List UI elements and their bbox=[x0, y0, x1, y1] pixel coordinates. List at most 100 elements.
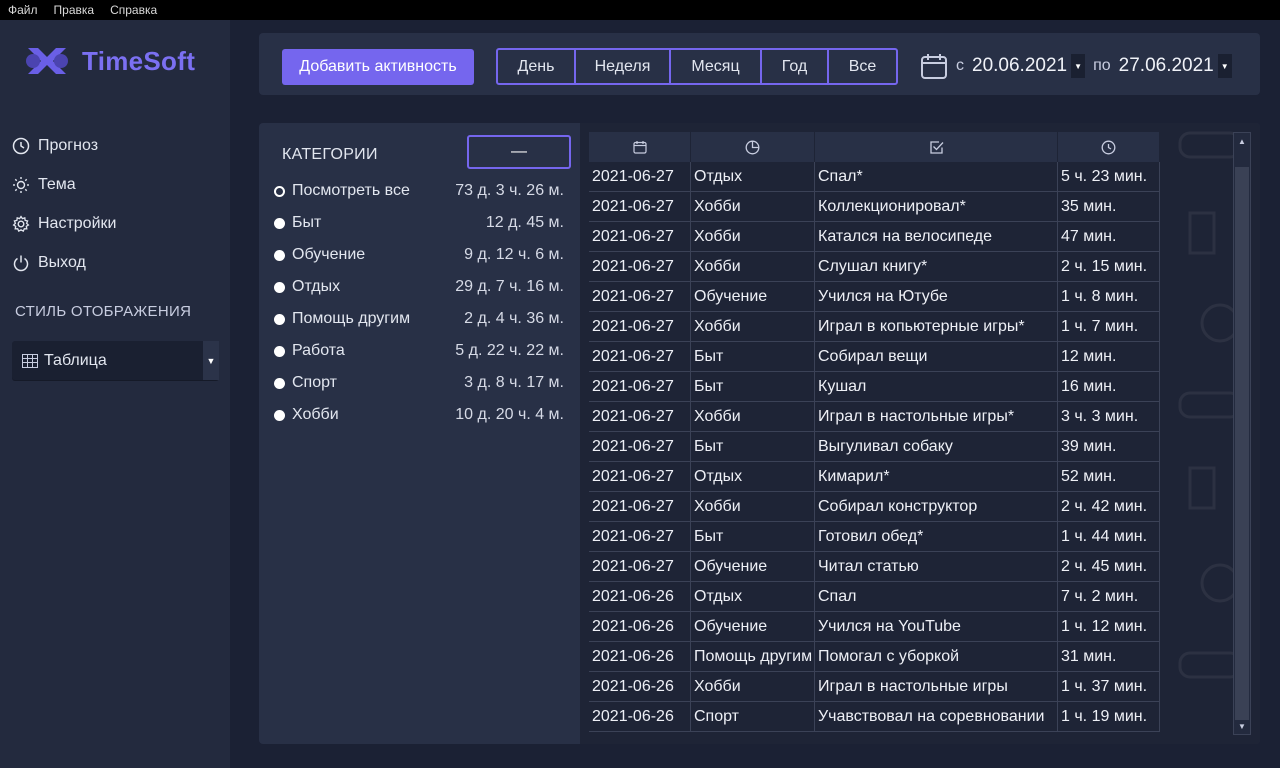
table-scrollbar[interactable]: ▲ ▼ bbox=[1233, 132, 1251, 735]
table-row[interactable]: 2021-06-27 Хобби Слушал книгу* 2 ч. 15 мин. bbox=[589, 252, 1160, 282]
table-row[interactable]: 2021-06-26 Спорт Учавствовал на соревнован… bbox=[589, 702, 1160, 732]
category-item[interactable]: Хобби 10 д. 20 ч. 4 м. bbox=[274, 399, 564, 431]
collapse-button[interactable]: — bbox=[467, 135, 571, 169]
nav-item-theme[interactable]: Тема bbox=[12, 165, 222, 204]
cell-category: Хобби bbox=[691, 492, 815, 521]
cell-date: 2021-06-27 bbox=[589, 222, 691, 251]
cell-activity: Играл в настольные игры* bbox=[815, 402, 1058, 431]
period-month-button[interactable]: Месяц bbox=[671, 50, 762, 83]
category-item[interactable]: Быт 12 д. 45 м. bbox=[274, 207, 564, 239]
column-duration-header[interactable] bbox=[1058, 132, 1160, 162]
cell-duration: 7 ч. 2 мин. bbox=[1058, 582, 1160, 611]
cell-duration: 2 ч. 42 мин. bbox=[1058, 492, 1160, 521]
cell-category: Хобби bbox=[691, 402, 815, 431]
table-row[interactable]: 2021-06-26 Обучение Учился на YouTube 1 ч. … bbox=[589, 612, 1160, 642]
nav-item-forecast[interactable]: Прогноз bbox=[12, 126, 222, 165]
cell-duration: 12 мин. bbox=[1058, 342, 1160, 371]
scrollbar-thumb[interactable] bbox=[1235, 167, 1249, 720]
cell-date: 2021-06-27 bbox=[589, 522, 691, 551]
menu-file[interactable]: Файл bbox=[8, 3, 38, 17]
nav-item-label: Выход bbox=[38, 253, 86, 271]
table-row[interactable]: 2021-06-27 Хобби Катался на велосипеде 47 м… bbox=[589, 222, 1160, 252]
cell-date: 2021-06-27 bbox=[589, 402, 691, 431]
table-row[interactable]: 2021-06-27 Хобби Играл в настольные игры* 3… bbox=[589, 402, 1160, 432]
category-total: 73 д. 3 ч. 26 м. bbox=[455, 182, 564, 199]
column-activity-header[interactable] bbox=[815, 132, 1058, 162]
cell-activity: Спал* bbox=[815, 162, 1058, 191]
category-item[interactable]: Посмотреть все 73 д. 3 ч. 26 м. bbox=[274, 175, 564, 207]
category-item[interactable]: Отдых 29 д. 7 ч. 16 м. bbox=[274, 271, 564, 303]
cell-date: 2021-06-27 bbox=[589, 252, 691, 281]
cell-date: 2021-06-27 bbox=[589, 492, 691, 521]
table-row[interactable]: 2021-06-27 Обучение Читал статью 2 ч. 45 ми… bbox=[589, 552, 1160, 582]
period-all-button[interactable]: Все bbox=[829, 50, 896, 83]
table-area: 2021-06-27 Отдых Спал* 5 ч. 23 мин. 2021-06-… bbox=[580, 123, 1260, 744]
cell-category: Быт bbox=[691, 342, 815, 371]
categories-panel: КАТЕГОРИИ — Посмотреть все 73 д. 3 ч. 26 … bbox=[259, 123, 580, 744]
table-row[interactable]: 2021-06-26 Отдых Спал 7 ч. 2 мин. bbox=[589, 582, 1160, 612]
category-total: 29 д. 7 ч. 16 м. bbox=[455, 278, 564, 295]
cell-category: Хобби bbox=[691, 222, 815, 251]
nav-item-settings[interactable]: Настройки bbox=[12, 204, 222, 243]
category-name: Обучение bbox=[292, 246, 366, 263]
category-item[interactable]: Спорт 3 д. 8 ч. 17 м. bbox=[274, 367, 564, 399]
nav-item-exit[interactable]: Выход bbox=[12, 243, 222, 282]
menu-help[interactable]: Справка bbox=[110, 3, 157, 17]
cell-date: 2021-06-27 bbox=[589, 342, 691, 371]
period-day-button[interactable]: День bbox=[498, 50, 576, 83]
sidebar-nav: Прогноз Тема Настройки Выход bbox=[12, 126, 222, 282]
category-item[interactable]: Обучение 9 д. 12 ч. 6 м. bbox=[274, 239, 564, 271]
chevron-down-icon[interactable]: ▼ bbox=[1217, 54, 1232, 78]
table-row[interactable]: 2021-06-27 Быт Выгуливал собаку 39 мин. bbox=[589, 432, 1160, 462]
table-row[interactable]: 2021-06-27 Хобби Коллекционировал* 35 мин. bbox=[589, 192, 1160, 222]
cell-date: 2021-06-26 bbox=[589, 702, 691, 731]
add-activity-button[interactable]: Добавить активность bbox=[282, 49, 474, 85]
category-name: Отдых bbox=[292, 278, 341, 295]
content-panel: КАТЕГОРИИ — Посмотреть все 73 д. 3 ч. 26 … bbox=[259, 123, 1260, 744]
table-row[interactable]: 2021-06-26 Помощь другим Помогал с уборкой… bbox=[589, 642, 1160, 672]
category-total: 3 д. 8 ч. 17 м. bbox=[464, 374, 564, 391]
period-week-button[interactable]: Неделя bbox=[576, 50, 671, 83]
table-row[interactable]: 2021-06-27 Быт Готовил обед* 1 ч. 44 мин. bbox=[589, 522, 1160, 552]
cell-activity: Собирал конструктор bbox=[815, 492, 1058, 521]
category-item[interactable]: Помощь другим 2 д. 4 ч. 36 м. bbox=[274, 303, 564, 335]
scroll-up-arrow-icon[interactable]: ▲ bbox=[1234, 133, 1250, 149]
category-name: Спорт bbox=[292, 374, 337, 391]
nav-item-label: Настройки bbox=[38, 214, 117, 232]
cell-date: 2021-06-26 bbox=[589, 642, 691, 671]
table-row[interactable]: 2021-06-27 Быт Кушал 16 мин. bbox=[589, 372, 1160, 402]
cell-date: 2021-06-27 bbox=[589, 282, 691, 311]
chevron-down-icon[interactable]: ▼ bbox=[203, 341, 219, 380]
table-row[interactable]: 2021-06-27 Хобби Собирал конструктор 2 ч. 4… bbox=[589, 492, 1160, 522]
table-row[interactable]: 2021-06-27 Быт Собирал вещи 12 мин. bbox=[589, 342, 1160, 372]
cell-category: Быт bbox=[691, 432, 815, 461]
display-style-select[interactable]: Таблица ▼ bbox=[12, 341, 219, 380]
menu-edit[interactable]: Правка bbox=[54, 3, 95, 17]
power-icon bbox=[13, 255, 29, 271]
period-year-button[interactable]: Год bbox=[762, 50, 829, 83]
column-category-header[interactable] bbox=[691, 132, 815, 162]
table-icon bbox=[22, 353, 38, 368]
cell-category: Быт bbox=[691, 372, 815, 401]
app-name: TimeSoft bbox=[82, 45, 196, 76]
cell-category: Быт bbox=[691, 522, 815, 551]
radio-selected-icon bbox=[274, 185, 285, 197]
cell-activity: Кимарил* bbox=[815, 462, 1058, 491]
cell-category: Хобби bbox=[691, 312, 815, 341]
scroll-down-arrow-icon[interactable]: ▼ bbox=[1234, 718, 1250, 734]
table-row[interactable]: 2021-06-27 Отдых Спал* 5 ч. 23 мин. bbox=[589, 162, 1160, 192]
table-row[interactable]: 2021-06-27 Хобби Играл в копьютерные игры*… bbox=[589, 312, 1160, 342]
table-row[interactable]: 2021-06-27 Обучение Учился на Ютубе 1 ч. 8 … bbox=[589, 282, 1160, 312]
date-to-field[interactable]: 27.06.2021 ▼ bbox=[1119, 54, 1232, 78]
cell-category: Обучение bbox=[691, 282, 815, 311]
calendar-icon[interactable] bbox=[920, 52, 948, 80]
date-from-field[interactable]: 20.06.2021 ▼ bbox=[972, 54, 1086, 78]
table-row[interactable]: 2021-06-27 Отдых Кимарил* 52 мин. bbox=[589, 462, 1160, 492]
chevron-down-icon[interactable]: ▼ bbox=[1071, 54, 1086, 78]
cell-duration: 52 мин. bbox=[1058, 462, 1160, 491]
bullet-icon bbox=[274, 377, 285, 389]
table-row[interactable]: 2021-06-26 Хобби Играл в настольные игры 1 … bbox=[589, 672, 1160, 702]
category-total: 12 д. 45 м. bbox=[485, 214, 564, 231]
column-date-header[interactable] bbox=[589, 132, 691, 162]
category-item[interactable]: Работа 5 д. 22 ч. 22 м. bbox=[274, 335, 564, 367]
